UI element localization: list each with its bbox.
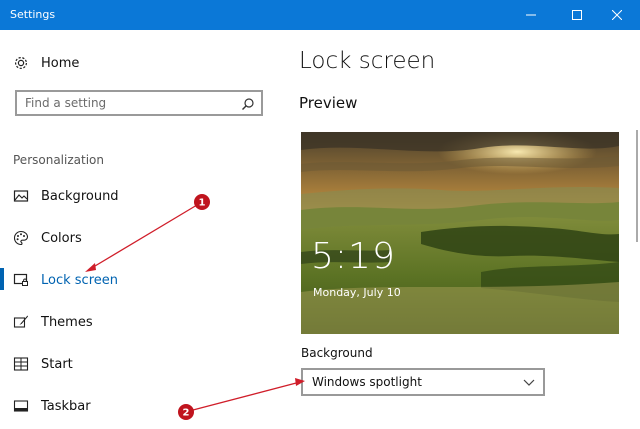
sidebar-item-start[interactable]: Start	[0, 347, 283, 381]
maximize-icon	[572, 10, 582, 20]
sidebar-item-label: Colors	[41, 230, 82, 246]
close-button[interactable]	[594, 0, 640, 30]
scrollbar[interactable]	[636, 130, 638, 242]
sidebar-item-taskbar[interactable]: Taskbar	[0, 389, 283, 423]
lock-screen-preview: 5:19 Monday, July 10	[301, 132, 619, 334]
minimize-icon	[526, 14, 536, 16]
image-icon	[13, 188, 29, 204]
sidebar-item-label: Taskbar	[41, 398, 91, 414]
sidebar-item-colors[interactable]: Colors	[0, 221, 283, 255]
sidebar: Home Personalization Background Colors L…	[0, 30, 283, 429]
background-label: Background	[301, 346, 373, 360]
sidebar-item-label: Lock screen	[41, 272, 118, 288]
chevron-down-icon	[523, 379, 535, 386]
sidebar-item-label: Start	[41, 356, 73, 372]
search-box[interactable]	[15, 90, 263, 116]
sidebar-item-label: Themes	[41, 314, 93, 330]
search-icon[interactable]	[241, 96, 255, 110]
sidebar-item-themes[interactable]: Themes	[0, 305, 283, 339]
sidebar-item-background[interactable]: Background	[0, 179, 283, 213]
title-bar: Settings	[0, 0, 640, 30]
search-input[interactable]	[25, 95, 235, 111]
lock-screen-icon	[13, 272, 29, 288]
background-dropdown[interactable]: Windows spotlight	[301, 368, 545, 396]
brush-icon	[13, 314, 29, 330]
preview-heading: Preview	[299, 94, 358, 112]
start-grid-icon	[13, 356, 29, 372]
sidebar-item-label: Background	[41, 188, 119, 204]
minimize-button[interactable]	[508, 0, 554, 30]
main-content: Lock screen Preview 5:19 Monday, July 10…	[283, 30, 640, 429]
background-dropdown-value: Windows spotlight	[312, 375, 422, 389]
preview-clock: 5:19	[311, 236, 396, 277]
sidebar-item-label: Home	[41, 55, 80, 71]
sidebar-item-home[interactable]: Home	[0, 46, 283, 80]
preview-date: Monday, July 10	[313, 286, 401, 299]
taskbar-icon	[13, 398, 29, 414]
gear-icon	[13, 55, 29, 71]
section-heading: Personalization	[13, 153, 104, 167]
window-title: Settings	[10, 8, 56, 21]
palette-icon	[13, 230, 29, 246]
sidebar-item-lock-screen[interactable]: Lock screen	[0, 263, 283, 297]
page-title: Lock screen	[299, 48, 436, 74]
close-icon	[612, 10, 622, 20]
landscape-image	[301, 132, 619, 334]
